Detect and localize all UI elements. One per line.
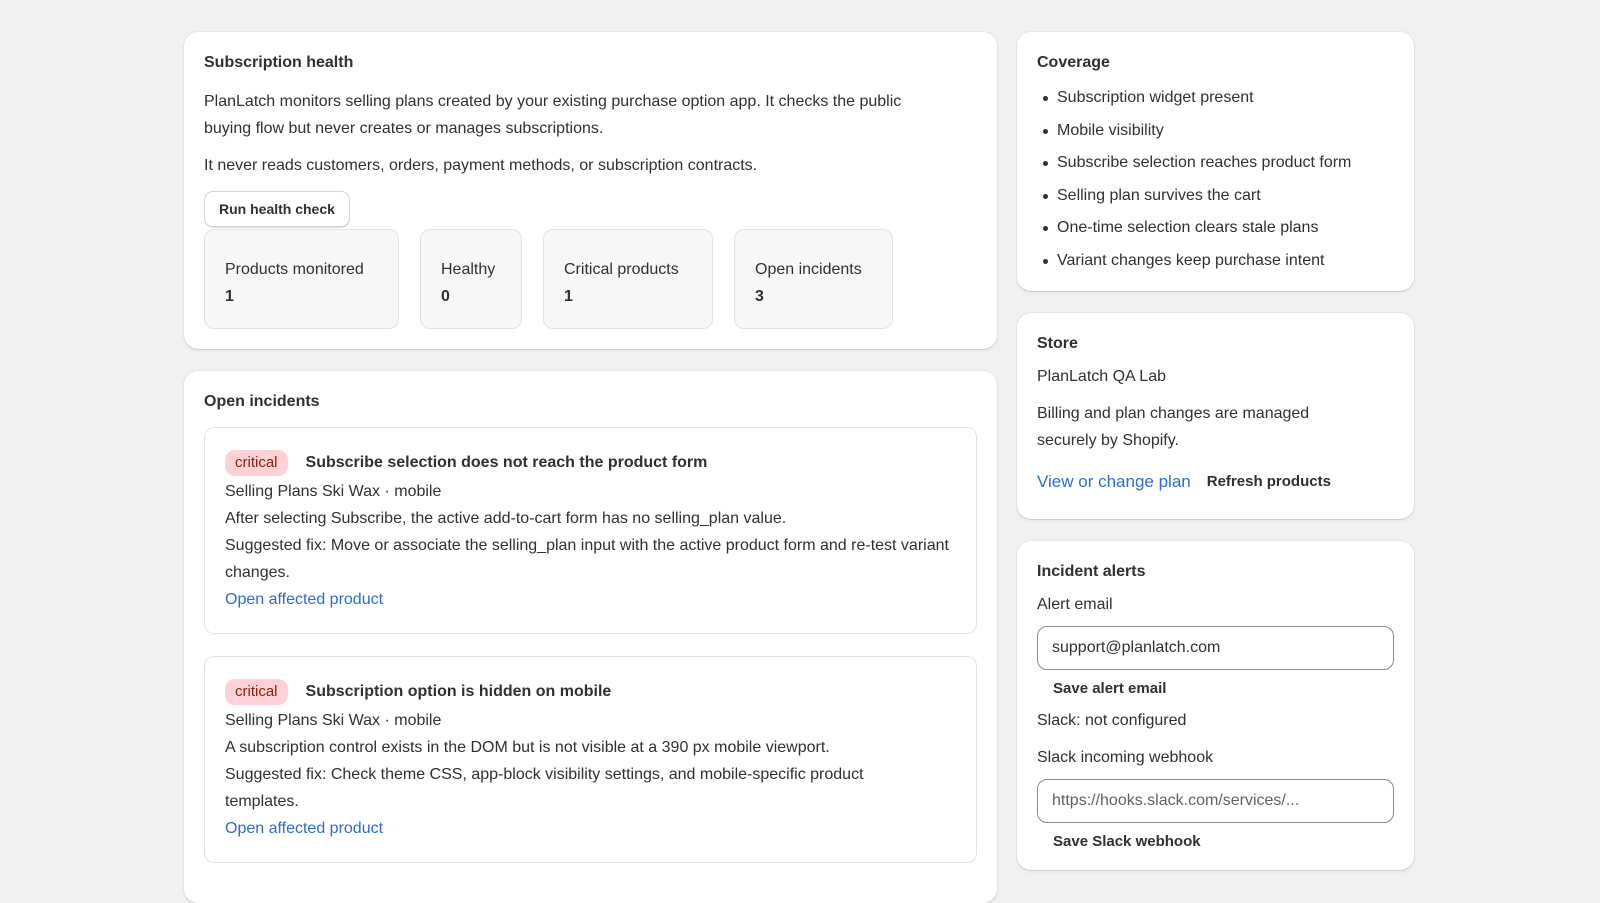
metric-products-monitored: Products monitored 1 <box>204 229 399 329</box>
alert-email-input[interactable] <box>1037 626 1394 670</box>
slack-webhook-label: Slack incoming webhook <box>1037 749 1214 766</box>
coverage-list: Subscription widget present Mobile visib… <box>1037 82 1394 277</box>
store-actions: View or change plan Refresh products <box>1037 468 1394 495</box>
metric-label: Critical products <box>564 261 679 278</box>
severity-badge: critical <box>225 679 288 705</box>
coverage-item: Subscribe selection reaches product form <box>1037 147 1394 180</box>
coverage-title: Coverage <box>1037 54 1110 71</box>
incident-alerts-title: Incident alerts <box>1037 563 1146 580</box>
metric-open-incidents: Open incidents 3 <box>734 229 893 329</box>
severity-badge: critical <box>225 450 288 476</box>
metric-label: Healthy <box>441 261 496 278</box>
subscription-health-title: Subscription health <box>204 54 354 71</box>
slack-webhook-input[interactable] <box>1037 779 1394 823</box>
incident-header: critical Subscribe selection does not re… <box>225 450 956 476</box>
incident-detail: A subscription control exists in the DOM… <box>225 739 830 756</box>
coverage-card: Coverage Subscription widget present Mob… <box>1017 32 1414 291</box>
slack-status: Slack: not configured <box>1037 712 1187 729</box>
refresh-products-button[interactable]: Refresh products <box>1207 473 1331 490</box>
metric-healthy: Healthy 0 <box>420 229 522 329</box>
incident-item: critical Subscription option is hidden o… <box>204 656 977 863</box>
subscription-health-card: Subscription health PlanLatch monitors s… <box>184 32 997 349</box>
incident-fix: Suggested fix: Move or associate the sel… <box>225 537 949 581</box>
incident-meta: Selling Plans Ski Wax · mobile <box>225 712 442 729</box>
incident-header: critical Subscription option is hidden o… <box>225 679 956 705</box>
open-incidents-card: Open incidents critical Subscribe select… <box>184 371 997 903</box>
incident-item: critical Subscribe selection does not re… <box>204 427 977 634</box>
metric-value: 3 <box>755 288 764 305</box>
page: Subscription health PlanLatch monitors s… <box>184 32 1416 903</box>
save-slack-webhook-button[interactable]: Save Slack webhook <box>1053 833 1394 850</box>
view-change-plan-link[interactable]: View or change plan <box>1037 468 1191 495</box>
open-incidents-title: Open incidents <box>204 393 320 410</box>
metric-critical-products: Critical products 1 <box>543 229 713 329</box>
incident-meta: Selling Plans Ski Wax · mobile <box>225 483 442 500</box>
incident-alerts-card: Incident alerts Alert email Save alert e… <box>1017 541 1414 870</box>
metrics-row: Products monitored 1 Healthy 0 Critical … <box>204 229 977 329</box>
store-card: Store PlanLatch QA Lab Billing and plan … <box>1017 313 1414 519</box>
open-affected-product-link[interactable]: Open affected product <box>225 820 383 837</box>
store-name: PlanLatch QA Lab <box>1037 368 1166 385</box>
billing-note: Billing and plan changes are managed sec… <box>1037 405 1310 449</box>
incident-title: Subscription option is hidden on mobile <box>305 683 612 700</box>
side-column: Coverage Subscription widget present Mob… <box>1017 32 1414 903</box>
alert-email-label: Alert email <box>1037 596 1113 613</box>
coverage-item: Selling plan survives the cart <box>1037 180 1394 213</box>
coverage-item: One-time selection clears stale plans <box>1037 212 1394 245</box>
health-privacy-note: It never reads customers, orders, paymen… <box>204 157 758 174</box>
health-description: PlanLatch monitors selling plans created… <box>204 93 902 137</box>
incident-title: Subscribe selection does not reach the p… <box>305 454 708 471</box>
open-affected-product-link[interactable]: Open affected product <box>225 591 383 608</box>
metric-label: Products monitored <box>225 261 364 278</box>
store-title: Store <box>1037 335 1078 352</box>
incident-detail: After selecting Subscribe, the active ad… <box>225 510 787 527</box>
coverage-item: Subscription widget present <box>1037 82 1394 115</box>
incident-fix: Suggested fix: Check theme CSS, app-bloc… <box>225 766 864 810</box>
metric-value: 0 <box>441 288 450 305</box>
metric-value: 1 <box>225 288 234 305</box>
save-alert-email-button[interactable]: Save alert email <box>1053 680 1394 697</box>
metric-value: 1 <box>564 288 573 305</box>
main-column: Subscription health PlanLatch monitors s… <box>184 32 997 903</box>
run-health-check-button[interactable]: Run health check <box>204 191 350 227</box>
coverage-item: Mobile visibility <box>1037 115 1394 148</box>
coverage-item: Variant changes keep purchase intent <box>1037 245 1394 278</box>
metric-label: Open incidents <box>755 261 862 278</box>
